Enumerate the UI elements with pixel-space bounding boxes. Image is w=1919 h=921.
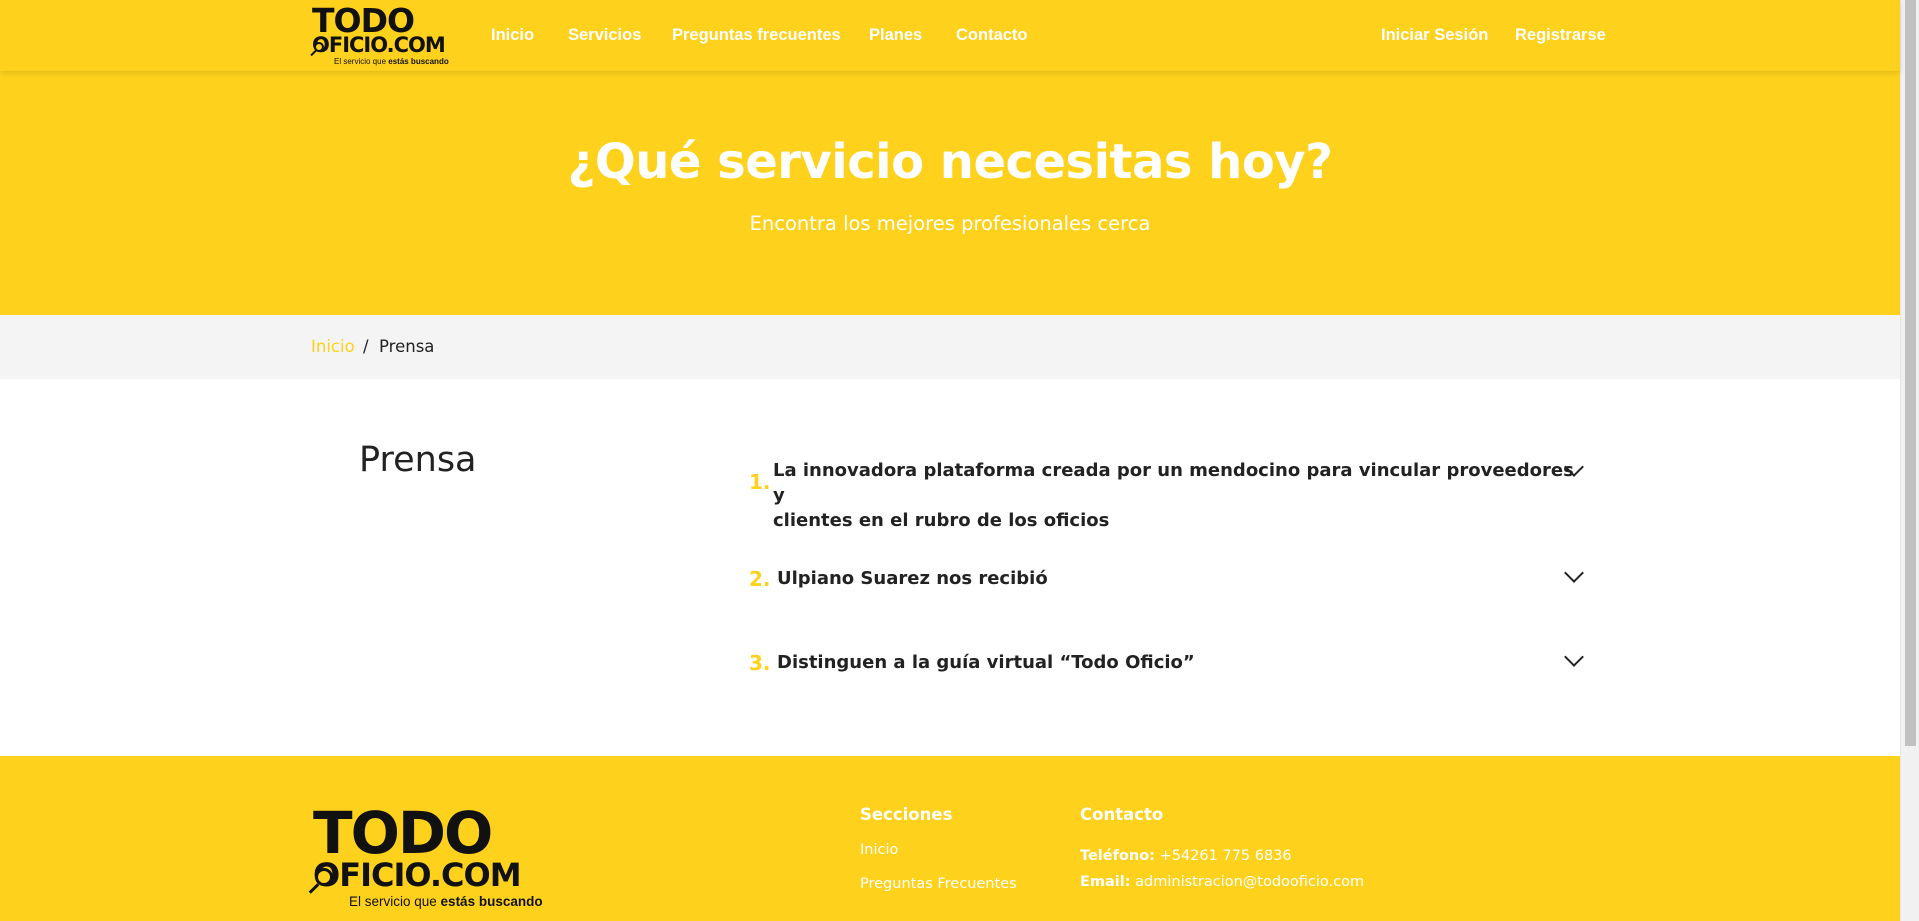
hero-subtitle: Encontra los mejores profesionales cerca <box>749 212 1151 235</box>
footer: TODO OFICIO.COM El servicio que estás bu… <box>0 756 1900 921</box>
press-item-3[interactable]: 3. Distinguen a la guía virtual “Todo Of… <box>749 647 1589 680</box>
breadcrumb-home-link[interactable]: Inicio <box>311 337 355 356</box>
press-item-title: Distinguen a la guía virtual “Todo Ofici… <box>777 652 1195 673</box>
page-scrollbar[interactable] <box>1900 0 1919 921</box>
chevron-down-icon[interactable] <box>1564 647 1584 667</box>
nav-planes[interactable]: Planes <box>869 26 922 45</box>
press-item-number: 1. <box>749 470 771 494</box>
hero-title: ¿Qué servicio necesitas hoy? <box>567 134 1333 190</box>
footer-sections-title: Secciones <box>860 805 953 824</box>
nav-inicio[interactable]: Inicio <box>491 26 534 45</box>
footer-logo[interactable]: TODO OFICIO.COM El servicio que estás bu… <box>308 799 573 914</box>
logo-tagline: El servicio que estás buscando <box>334 57 449 66</box>
breadcrumb-separator: / <box>363 337 369 356</box>
top-navbar: TODO OFICIO.COM El servicio que estás bu… <box>0 0 1900 71</box>
nav-contacto[interactable]: Contacto <box>956 26 1028 45</box>
logo-word-oficio: OFICIO.COM <box>313 856 522 894</box>
login-link[interactable]: Iniciar Sesión <box>1381 26 1488 45</box>
nav-preguntas-frecuentes[interactable]: Preguntas frecuentes <box>672 26 841 45</box>
header-logo[interactable]: TODO OFICIO.COM El servicio que estás bu… <box>310 4 462 68</box>
footer-contact-title: Contacto <box>1080 805 1164 824</box>
press-item-1[interactable]: 1. La innovadora plataforma creada por u… <box>749 457 1589 531</box>
breadcrumb-current: Prensa <box>379 337 435 356</box>
register-link[interactable]: Registrarse <box>1515 26 1606 45</box>
footer-link-inicio[interactable]: Inicio <box>860 842 898 858</box>
footer-email[interactable]: Email: administracion@todooficio.com <box>1080 874 1364 890</box>
press-item-2[interactable]: 2. Ulpiano Suarez nos recibió <box>749 563 1589 596</box>
page-title: Prensa <box>359 440 477 480</box>
logo-tagline: El servicio que estás buscando <box>349 894 543 909</box>
chevron-down-icon[interactable] <box>1564 563 1584 583</box>
footer-phone: Teléfono: +54261 775 6836 <box>1080 848 1292 864</box>
press-item-number: 2. <box>749 567 771 591</box>
press-item-title: La innovadora plataforma creada por un m… <box>773 460 1574 531</box>
hero-banner: ¿Qué servicio necesitas hoy? Encontra lo… <box>0 71 1900 315</box>
logo-word-oficio: OFICIO.COM <box>312 33 446 57</box>
press-item-number: 3. <box>749 651 771 675</box>
footer-link-preguntas-frecuentes[interactable]: Preguntas Frecuentes <box>860 876 1017 892</box>
breadcrumb: Inicio / Prensa <box>0 315 1900 379</box>
press-item-title: Ulpiano Suarez nos recibió <box>777 568 1048 589</box>
scrollbar-thumb[interactable] <box>1905 0 1916 746</box>
nav-servicios[interactable]: Servicios <box>568 26 641 45</box>
logo-word-todo: TODO <box>313 799 493 867</box>
